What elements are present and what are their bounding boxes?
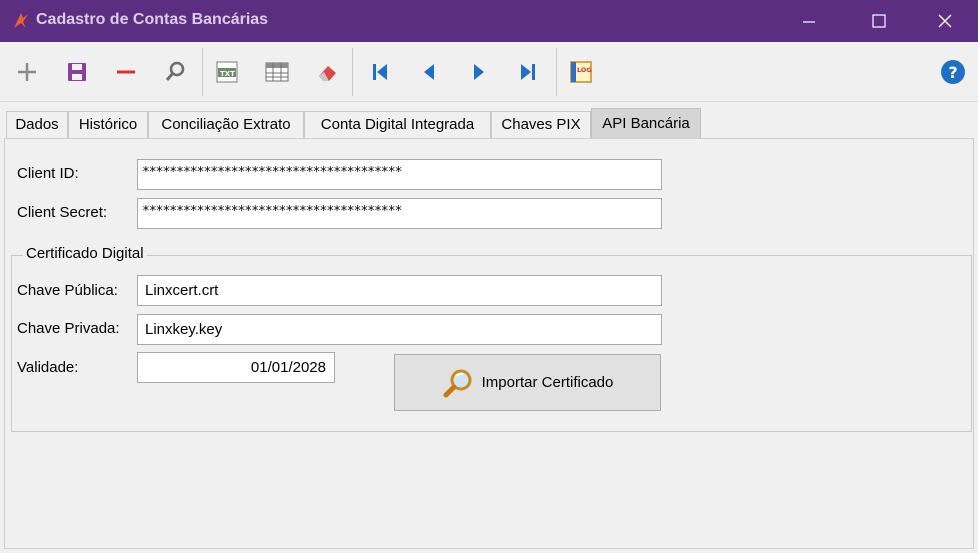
next-record-icon [474,64,484,80]
help-button[interactable]: ? [937,56,969,88]
client-secret-label: Client Secret: [17,204,108,221]
client-secret-field[interactable]: ************************************** [137,198,662,229]
grid-icon [265,62,289,82]
validity-date-field[interactable]: 01/01/2028 [137,352,335,383]
tab-chaves-pix[interactable]: Chaves PIX [491,111,591,138]
window-title: Cadastro de Contas Bancárias [36,11,269,28]
magnifier-icon [443,369,472,397]
next-record-button[interactable] [463,56,495,88]
client-id-label: Client ID: [17,165,79,182]
toolbar-separator [556,48,557,96]
toolbar: TXT LOG ? [0,42,978,102]
first-record-icon [373,64,387,80]
tab-dados[interactable]: Dados [6,111,68,138]
last-record-button[interactable] [512,56,544,88]
close-button[interactable] [912,0,978,42]
private-key-label: Chave Privada: [17,320,120,337]
tab-conta-digital-integrada[interactable]: Conta Digital Integrada [304,111,491,138]
log-icon: LOG [570,61,592,83]
public-key-field[interactable]: Linxcert.crt [137,275,662,306]
previous-record-icon [424,64,434,80]
import-certificate-button[interactable]: Importar Certificado [394,354,661,411]
search-icon [165,61,185,81]
save-button[interactable] [61,56,93,88]
help-icon: ? [941,60,965,84]
maximize-button[interactable] [846,0,912,42]
save-icon [68,63,86,81]
client-id-field[interactable]: ************************************** [137,159,662,190]
txt-export-icon: TXT [216,61,238,83]
delete-button[interactable] [110,56,142,88]
minus-icon [117,70,135,74]
validity-label: Validade: [17,359,79,376]
export-txt-button[interactable]: TXT [212,56,244,88]
svg-text:?: ? [948,63,957,82]
previous-record-button[interactable] [413,56,445,88]
clear-button[interactable] [311,56,343,88]
toolbar-separator [202,48,203,96]
private-key-field[interactable]: Linxkey.key [137,314,662,345]
toolbar-separator [352,48,353,96]
certificate-group-title: Certificado Digital [23,245,147,262]
tab-api-bancaria[interactable]: API Bancária [591,108,701,139]
first-record-button[interactable] [364,56,396,88]
import-certificate-label: Importar Certificado [481,374,614,391]
add-button[interactable] [11,56,43,88]
public-key-label: Chave Pública: [17,282,118,299]
eraser-icon [319,66,336,81]
last-record-icon [521,64,535,80]
svg-text:LOG: LOG [577,66,592,74]
search-button[interactable] [159,56,191,88]
title-bar: Cadastro de Contas Bancárias [0,0,978,42]
minimize-icon [803,21,815,23]
log-button[interactable]: LOG [565,56,597,88]
tab-historico[interactable]: Histórico [68,111,148,138]
plus-icon [18,63,36,81]
grid-button[interactable] [261,56,293,88]
app-logo-icon [14,13,28,28]
svg-text:TXT: TXT [220,70,235,78]
tab-conciliacao-extrato[interactable]: Conciliação Extrato [148,111,304,138]
maximize-icon [872,14,886,28]
minimize-button[interactable] [776,0,842,42]
close-icon [938,14,952,28]
